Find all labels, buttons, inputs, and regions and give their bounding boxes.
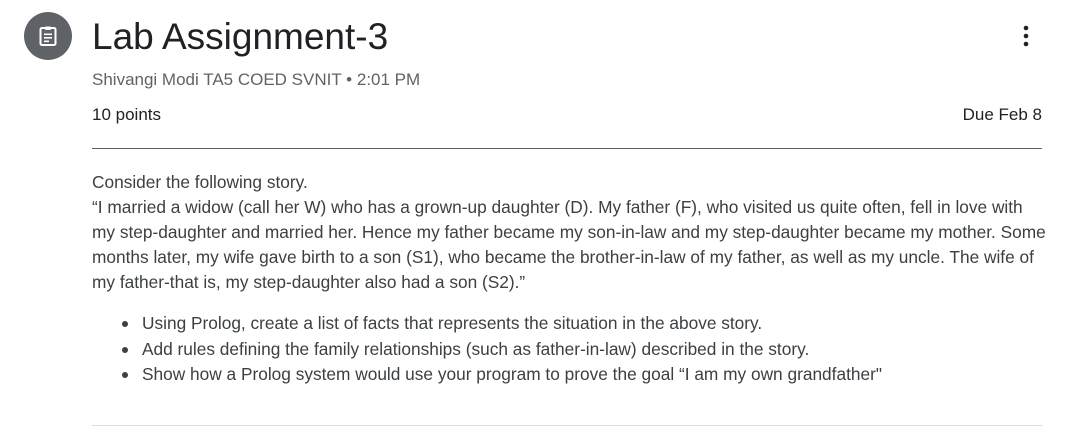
author-name: Shivangi Modi TA5 COED SVNIT — [92, 70, 342, 89]
bullet-icon — [122, 321, 128, 327]
list-item: Using Prolog, create a list of facts tha… — [92, 311, 1042, 337]
more-options-button[interactable] — [1010, 20, 1042, 52]
task-text: Using Prolog, create a list of facts tha… — [142, 313, 763, 333]
meta-separator: • — [346, 70, 353, 89]
points-label: 10 points — [92, 105, 161, 124]
content-divider — [92, 425, 1042, 426]
instructions-intro: Consider the following story. — [92, 172, 308, 192]
task-text: Show how a Prolog system would use your … — [142, 364, 882, 384]
list-item: Add rules defining the family relationsh… — [92, 337, 1042, 363]
post-meta: Shivangi Modi TA5 COED SVNIT • 2:01 PM — [92, 68, 420, 92]
task-list: Using Prolog, create a list of facts tha… — [92, 311, 1042, 388]
instructions-story: “I married a widow (call her W) who has … — [92, 197, 1046, 292]
bullet-icon — [122, 372, 128, 378]
bullet-icon — [122, 346, 128, 353]
post-time: 2:01 PM — [356, 70, 421, 89]
list-item: Show how a Prolog system would use your … — [92, 362, 1042, 388]
instructions: Consider the following story. “I married… — [92, 170, 1047, 295]
assignment-icon — [24, 12, 72, 60]
clipboard-icon — [39, 26, 57, 46]
more-vert-icon — [1023, 25, 1029, 47]
due-date: Due Feb 8 — [962, 105, 1042, 124]
task-text: Add rules defining the family relationsh… — [142, 338, 810, 359]
header-divider — [92, 148, 1042, 149]
page-title: Lab Assignment-3 — [92, 16, 389, 57]
